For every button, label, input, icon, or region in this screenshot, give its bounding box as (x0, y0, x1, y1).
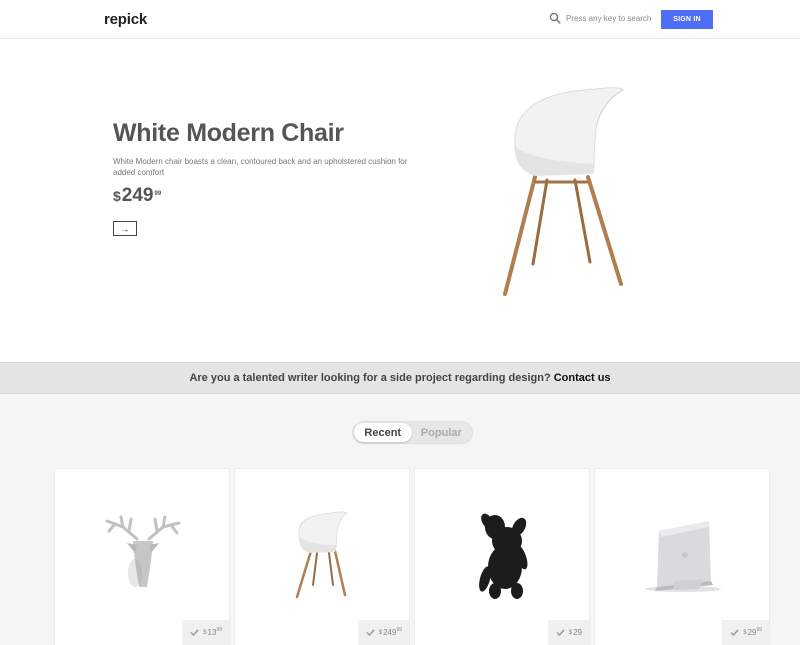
hero-section: White Modern Chair White Modern chair bo… (0, 39, 800, 362)
product-image-white-chair[interactable] (235, 469, 409, 619)
price-cents: 99 (756, 627, 762, 633)
top-header: repick SIGN IN (0, 0, 800, 39)
search-bar[interactable] (549, 12, 654, 24)
price-amount: 29 (573, 628, 582, 637)
writer-banner: Are you a talented writer looking for a … (0, 362, 800, 394)
product-card[interactable]: $ 29 99 (595, 469, 769, 645)
price-currency: $ (113, 188, 121, 204)
check-icon (366, 629, 375, 636)
product-card[interactable]: $ 249 99 (235, 469, 409, 645)
check-icon (190, 629, 199, 636)
price-amount: 249 (383, 628, 397, 637)
price-currency: $ (743, 629, 747, 636)
hero-description: White Modern chair boasts a clean, conto… (113, 157, 408, 177)
product-card[interactable]: $ 29 (415, 469, 589, 645)
search-input[interactable] (566, 13, 654, 23)
product-price-badge: $ 29 (547, 620, 589, 645)
check-icon (730, 629, 739, 636)
price-cents: 99 (216, 627, 222, 633)
hero-title: White Modern Chair (113, 119, 344, 147)
price-cents: 99 (396, 627, 402, 633)
product-image-deer-head[interactable] (55, 469, 229, 619)
contact-us-link[interactable]: Contact us (554, 372, 611, 384)
price-currency: $ (568, 629, 573, 636)
price-amount: 13 (207, 628, 217, 637)
tab-popular[interactable]: Popular (412, 423, 471, 442)
hero-price: $ 249 99 (113, 185, 161, 207)
banner-text: Are you a talented writer looking for a … (189, 372, 551, 384)
product-tabs: Recent Popular (352, 421, 473, 444)
search-icon[interactable] (549, 12, 561, 24)
product-image-laptop-stand[interactable] (595, 469, 769, 619)
tab-recent[interactable]: Recent (354, 423, 412, 442)
price-cents: 99 (154, 191, 162, 197)
check-icon (556, 629, 565, 636)
product-price-badge: $ 29 99 (722, 620, 769, 645)
logo[interactable]: repick (104, 11, 147, 28)
sign-in-button[interactable]: SIGN IN (661, 10, 713, 29)
product-image-black-bear-figure[interactable] (415, 469, 589, 619)
product-price-badge: $ 249 99 (357, 620, 409, 645)
hero-chair-image (495, 84, 635, 299)
price-amount: 249 (121, 185, 154, 206)
price-currency: $ (203, 629, 207, 636)
price-amount: 29 (747, 628, 757, 637)
hero-next-button[interactable]: → (113, 221, 137, 236)
product-card[interactable]: $ 13 99 (55, 469, 229, 645)
product-price-badge: $ 13 99 (182, 620, 229, 645)
price-currency: $ (378, 629, 383, 636)
